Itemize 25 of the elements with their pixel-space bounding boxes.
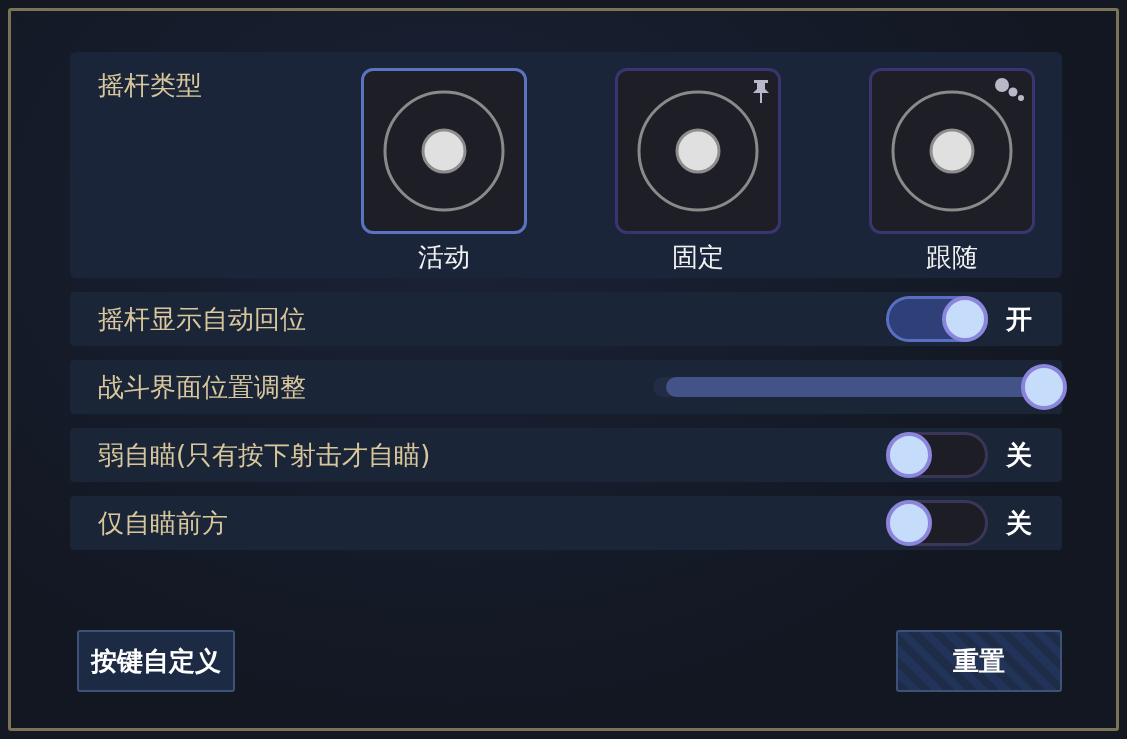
toggle-state: 关 [1005, 438, 1033, 472]
toggle-switch[interactable] [886, 296, 988, 342]
joystick-icon [890, 89, 1014, 213]
setting-label: 战斗界面位置调整 [98, 370, 307, 404]
toggle-switch[interactable] [886, 500, 988, 546]
setting-label: 仅自瞄前方 [98, 506, 229, 540]
setting-label: 弱自瞄(只有按下射击才自瞄) [98, 438, 432, 472]
joystick-icon [382, 89, 506, 213]
dots-icon [994, 77, 1026, 103]
toggle-state: 开 [1005, 302, 1033, 336]
toggle-state: 关 [1005, 506, 1033, 540]
joystick-option[interactable] [615, 68, 781, 234]
slider-thumb[interactable] [1021, 364, 1067, 410]
joystick-option[interactable] [869, 68, 1035, 234]
section-label: 摇杆类型 [98, 69, 203, 102]
action-button[interactable]: 重置 [896, 630, 1062, 692]
joystick-icon [636, 89, 760, 213]
pin-icon [752, 79, 770, 103]
joystick-option[interactable] [361, 68, 527, 234]
option-label: 活动 [418, 241, 470, 274]
option-label: 跟随 [926, 241, 978, 274]
option-label: 固定 [672, 241, 724, 274]
action-button[interactable]: 按键自定义 [77, 630, 235, 692]
toggle-switch[interactable] [886, 432, 988, 478]
setting-label: 摇杆显示自动回位 [98, 302, 307, 336]
